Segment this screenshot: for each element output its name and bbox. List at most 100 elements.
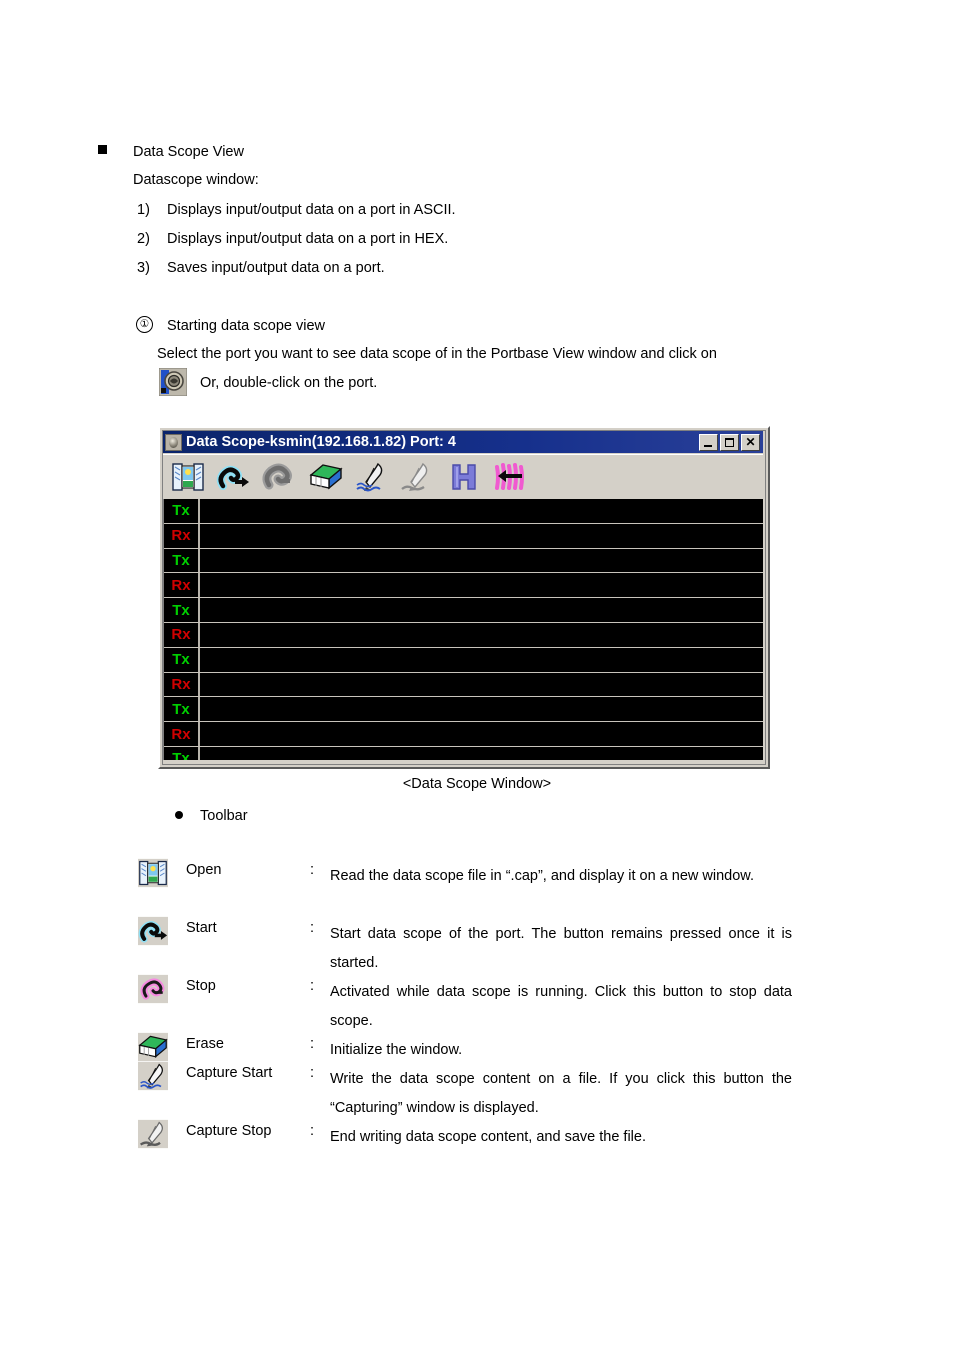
table-row: Tx [164,697,763,723]
table-row: Tx [164,548,763,574]
step-title: Starting data scope view [167,318,325,334]
table-row: Tx [164,499,763,524]
toolbar-hex-mode-button[interactable] [442,456,486,497]
row-data-cell [200,573,763,598]
toolbar-item-name: Start [186,920,217,936]
toolbar-start-button[interactable] [211,456,255,497]
page-title: Data Scope View [133,144,244,160]
row-direction-label: Rx [164,672,200,697]
capture-start-icon [356,462,383,491]
open-icon [138,858,168,888]
toolbar-open-button[interactable] [166,456,210,497]
numbered-item-text: Displays input/output data on a port in … [167,202,456,218]
step-marker: ① [136,316,153,333]
toolbar-erase-button[interactable] [304,456,348,497]
section-bullet [98,145,107,154]
separator-colon: : [310,1065,315,1081]
row-direction-label: Rx [164,573,200,598]
table-row: Rx [164,523,763,549]
close-icon: ✕ [745,434,756,449]
separator-colon: : [310,862,315,878]
erase-icon [309,463,343,489]
row-data-cell [200,722,763,746]
row-direction-label: Tx [164,647,200,672]
toolbar-ascii-mode-button[interactable] [487,456,531,497]
figure-caption: <Data Scope Window> [402,776,552,792]
maximize-button[interactable] [720,433,739,451]
data-scope-window: Data Scope-ksmin(192.168.1.82) Port: 4 ✕ [158,426,770,769]
toolbar-bullet [175,811,183,819]
row-direction-label: Rx [164,523,200,548]
open-icon [172,462,204,491]
separator-colon: : [310,1123,315,1139]
table-row: Tx [164,746,763,760]
numbered-item-text: Saves input/output data on a port. [167,260,385,276]
datascope-inline-icon [158,367,188,397]
ascii-mode-icon [495,462,524,490]
toolbar-item-description: Read the data scope file in “.cap”, and … [330,868,754,884]
hex-mode-icon [452,463,476,490]
row-direction-label: Tx [164,548,200,573]
row-data-cell [200,672,763,697]
numbered-item-marker: 1) [137,202,150,218]
toolbar-section-label: Toolbar [200,808,248,824]
stop-icon [138,974,168,1004]
section-subheading: Datascope window: [133,172,259,188]
row-data-cell [200,523,763,548]
table-row: Rx [164,722,763,747]
row-direction-label: Tx [164,598,200,622]
table-row: Rx [164,573,763,599]
row-data-cell [200,598,763,622]
row-data-cell [200,647,763,672]
table-row: Rx [164,672,763,698]
window-title: Data Scope-ksmin(192.168.1.82) Port: 4 [186,434,456,450]
separator-colon: : [310,978,315,994]
capture-stop-icon [401,462,428,491]
separator-colon: : [310,920,315,936]
table-row: Tx [164,598,763,623]
document-page: Data Scope View Datascope window: 1) Dis… [0,0,954,1351]
start-icon [138,916,168,946]
row-data-cell [200,697,763,722]
table-row: Tx [164,647,763,673]
maximize-icon [725,437,734,447]
start-icon [216,465,249,490]
row-direction-label: Tx [164,746,200,760]
numbered-item-marker: 3) [137,260,150,276]
row-data-cell [200,622,763,647]
row-data-cell [200,746,763,760]
close-button[interactable]: ✕ [741,433,760,451]
toolbar-item-name: Capture Start [186,1065,273,1081]
toolbar-item-description: End writing data scope content, and save… [330,1129,646,1145]
toolbar-item-name: Erase [186,1036,224,1052]
toolbar-item-name: Stop [186,978,216,994]
row-data-cell [200,499,763,523]
erase-icon [138,1032,168,1062]
toolbar-stop-button[interactable] [256,456,300,497]
data-scope-rows[interactable]: Tx Rx Tx Rx Tx Rx Tx Rx Tx Rx Tx [163,499,763,760]
toolbar-item-name: Capture Stop [186,1123,272,1139]
toolbar-item-description: Initialize the window. [330,1042,463,1058]
capture-start-icon [138,1061,168,1091]
numbered-item-text: Displays input/output data on a port in … [167,231,449,247]
toolbar-capture-start-button[interactable] [349,456,393,497]
toolbar-capture-stop-button[interactable] [394,456,438,497]
title-bar: Data Scope-ksmin(192.168.1.82) Port: 4 ✕ [163,431,763,453]
minimize-button[interactable] [699,433,718,451]
stop-icon [262,463,292,489]
minimize-icon [704,444,712,447]
window-controls: ✕ [699,433,760,451]
capture-stop-icon [138,1119,168,1149]
row-direction-label: Tx [164,499,200,523]
toolbar-item-description: Activated while data scope is running. C… [330,984,792,1029]
toolbar-item-description: Start data scope of the port. The button… [330,926,792,971]
toolbar-item-description: Write the data scope content on a file. … [330,1071,792,1116]
separator-colon: : [310,1036,315,1052]
step-body: Select the port you want to see data sco… [157,346,717,362]
numbered-item-marker: 2) [137,231,150,247]
toolbar-item-name: Open [186,862,222,878]
row-direction-label: Rx [164,622,200,647]
row-data-cell [200,548,763,573]
row-direction-label: Rx [164,722,200,746]
step-body-2: Or, double-click on the port. [200,375,378,391]
